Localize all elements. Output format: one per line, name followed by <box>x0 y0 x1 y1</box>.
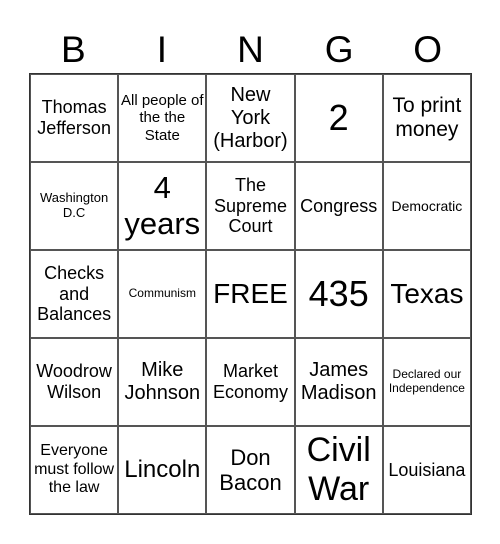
bingo-cell[interactable]: Civil War <box>294 426 383 514</box>
bingo-cell[interactable]: Everyone must follow the law <box>30 426 119 514</box>
bingo-cell[interactable]: Washington D.C <box>30 162 119 250</box>
bingo-cell[interactable]: Market Economy <box>206 338 295 426</box>
header-letter-i: I <box>156 29 168 70</box>
bingo-grid: Thomas Jefferson All people of the the St… <box>29 73 472 515</box>
bingo-cell[interactable]: Lincoln <box>118 426 207 514</box>
bingo-cell[interactable]: 435 <box>294 250 383 338</box>
header-letter-b: B <box>60 29 86 70</box>
header-letter-o: O <box>413 29 443 70</box>
bingo-cell[interactable]: The Supreme Court <box>206 162 295 250</box>
bingo-cell[interactable]: Declared our Independence <box>382 338 471 426</box>
bingo-cell[interactable]: Don Bacon <box>206 426 295 514</box>
bingo-cell[interactable]: 4 years <box>118 162 207 250</box>
bingo-cell[interactable]: Louisiana <box>382 426 471 514</box>
bingo-cell[interactable]: Mike Johnson <box>118 338 207 426</box>
bingo-cell[interactable]: FREE <box>206 250 295 338</box>
bingo-cell[interactable]: Texas <box>382 250 471 338</box>
bingo-cell[interactable]: Woodrow Wilson <box>30 338 119 426</box>
bingo-cell[interactable]: James Madison <box>294 338 383 426</box>
bingo-header: B I N G O <box>29 26 472 74</box>
bingo-cell[interactable]: Checks and Balances <box>30 250 119 338</box>
bingo-cell[interactable]: Democratic <box>382 162 471 250</box>
bingo-cell[interactable]: To print money <box>382 74 471 162</box>
header-letter-g: G <box>324 29 354 70</box>
header-letter-n: N <box>237 29 264 70</box>
bingo-cell[interactable]: Thomas Jefferson <box>30 74 119 162</box>
bingo-cell[interactable]: Congress <box>294 162 383 250</box>
bingo-cell[interactable]: Communism <box>118 250 207 338</box>
bingo-cell[interactable]: New York (Harbor) <box>206 74 295 162</box>
bingo-cell[interactable]: 2 <box>294 74 383 162</box>
bingo-cell[interactable]: All people of the the State <box>118 74 207 162</box>
